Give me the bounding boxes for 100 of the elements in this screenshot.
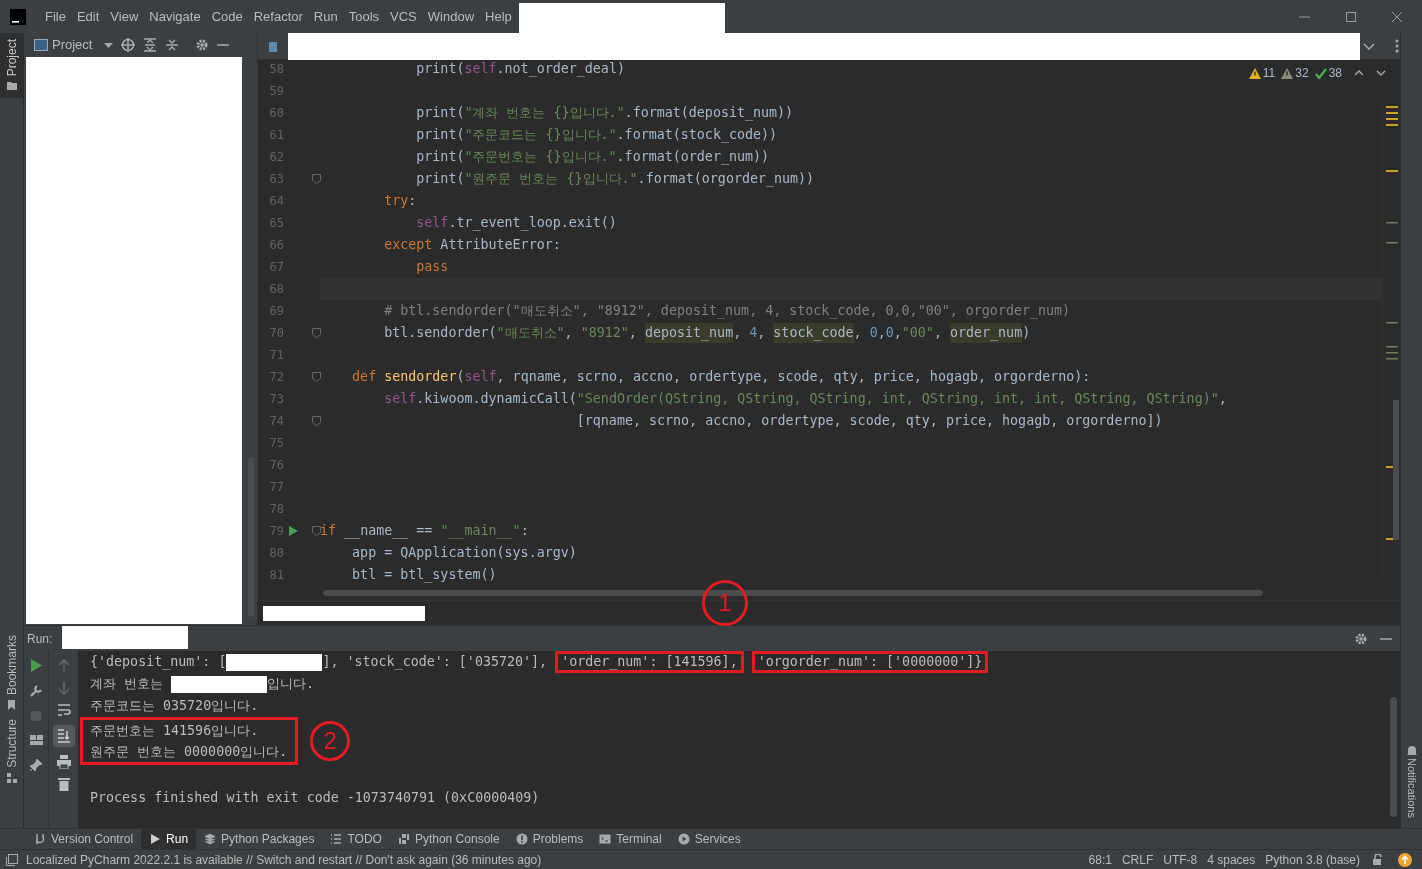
line-number: 73 — [268, 391, 284, 408]
scrollbar-thumb[interactable] — [323, 590, 1263, 596]
play-circle-icon — [677, 833, 690, 845]
tool-window-tab[interactable]: Run — [141, 829, 197, 849]
expand-all-icon[interactable] — [143, 38, 158, 52]
status-item[interactable]: CRLF — [1116, 850, 1159, 869]
status-item[interactable]: UTF-8 — [1158, 850, 1203, 869]
collapse-all-icon[interactable] — [165, 38, 180, 52]
line-number: 69 — [268, 303, 284, 320]
print-icon[interactable] — [56, 755, 71, 769]
inspection-counter[interactable]: 38 — [1314, 64, 1342, 82]
console-text: 입니다. — [267, 675, 315, 693]
line-number: 78 — [268, 501, 284, 518]
fold-marker-icon[interactable] — [312, 372, 321, 382]
line-number: 77 — [268, 479, 284, 496]
tool-window-tab[interactable]: Python Console — [389, 829, 508, 849]
console-text: 주문코드는 035720입니다. — [90, 697, 259, 715]
code-line: print("주문코드는 {}입니다.".format(stock_code)) — [415, 126, 778, 145]
tool-window-tab[interactable]: Python Packages — [196, 829, 323, 849]
status-item[interactable]: 68:1 — [1083, 850, 1117, 869]
maximize-icon[interactable] — [1346, 11, 1356, 22]
chevron-down-icon[interactable] — [1363, 42, 1375, 50]
fold-marker-icon[interactable] — [312, 416, 321, 426]
code-line: [rqname, scrno, accno, ordertype, scode, qty, price, hogagb, orgorderno]) — [575, 412, 1163, 430]
code-line: except AttributeError: — [383, 236, 561, 254]
fold-marker-icon[interactable] — [312, 328, 321, 338]
menu-item[interactable]: Edit — [71, 6, 105, 27]
settings-icon[interactable] — [195, 38, 210, 52]
tool-window-tab[interactable]: Project — [0, 33, 23, 99]
tool-window-tab[interactable]: Bookmarks — [0, 631, 23, 716]
menu-item[interactable]: Navigate — [144, 6, 206, 27]
code-line: print("계좌 번호는 {}입니다.".format(deposit_num)) — [415, 104, 794, 123]
code-line: btl.sendorder("매도취소", "8912", deposit_num, 4, stock_code, 0,0,"00", order_num) — [320, 322, 1031, 344]
list-icon — [330, 833, 343, 845]
structure-icon — [5, 772, 18, 784]
layout-icon[interactable] — [29, 734, 43, 746]
menu-item[interactable]: Code — [206, 6, 248, 27]
trash-icon[interactable] — [57, 777, 70, 791]
inspection-counter[interactable]: 11 — [1248, 64, 1276, 82]
menu-item[interactable]: View — [105, 6, 144, 27]
project-view-dropdown[interactable]: Project — [34, 35, 114, 55]
terminal-icon — [599, 833, 612, 845]
menu-item[interactable]: File — [40, 6, 71, 27]
close-icon[interactable] — [1392, 11, 1402, 22]
menu-item[interactable]: Help — [480, 6, 517, 27]
folder-icon — [5, 80, 18, 93]
wrench-icon[interactable] — [29, 684, 43, 698]
pin-icon[interactable] — [29, 758, 43, 772]
tool-window-tab[interactable]: TODO — [322, 829, 390, 849]
code-line: app = QApplication(sys.argv) — [351, 544, 577, 562]
line-number: 63 — [268, 171, 284, 188]
window-icon — [34, 39, 48, 51]
console-text: 주문번호는 141596입니다. — [90, 722, 260, 740]
run-arrow-icon[interactable] — [289, 526, 298, 536]
panel-title: Run: — [27, 630, 53, 648]
tool-window-tab[interactable]: Terminal — [591, 829, 670, 849]
inspection-counter[interactable]: 32 — [1281, 64, 1309, 82]
tool-window-tab[interactable]: Problems — [507, 829, 592, 849]
soft-wrap-icon[interactable] — [56, 703, 71, 717]
code-line: self.kiwoom.dynamicCall("SendOrder(QString, QString, QString, int, QString, int, int, QString, QString)", — [383, 390, 1227, 408]
panel-toggle-icon[interactable] — [6, 853, 18, 866]
fold-marker-icon[interactable] — [312, 174, 321, 184]
tool-window-tab[interactable]: Structure — [0, 715, 23, 788]
line-number: 72 — [268, 369, 284, 386]
menu-item[interactable]: Window — [422, 6, 480, 27]
run-icon[interactable] — [30, 659, 42, 672]
tool-window-tab[interactable]: Version Control — [26, 829, 142, 849]
lock-icon[interactable] — [1373, 854, 1384, 865]
line-number: 76 — [268, 457, 284, 474]
menu-item[interactable]: VCS — [385, 6, 422, 27]
crosshair-icon[interactable] — [121, 38, 136, 52]
status-item[interactable]: 4 spaces — [1202, 850, 1261, 869]
line-number: 75 — [268, 435, 284, 452]
run-icon — [149, 833, 162, 845]
line-number: 67 — [268, 259, 284, 276]
line-number: 64 — [268, 193, 284, 210]
bookmark-icon — [5, 699, 18, 712]
status-message[interactable]: Localized PyCharm 2022.2.1 is available // Switch and restart // Don't ask again (36 minutes ago) — [26, 850, 542, 869]
more-icon[interactable] — [1395, 39, 1399, 53]
scroll-to-end-button[interactable] — [52, 725, 75, 747]
code-line: print("주문번호는 {}입니다.".format(order_num)) — [415, 148, 770, 167]
line-number: 74 — [268, 413, 284, 430]
tool-window-tab[interactable]: Notifications — [1401, 745, 1422, 818]
chevron-up-icon[interactable] — [1354, 69, 1364, 77]
console-text: ], 'stock_code': ['035720'], — [322, 653, 549, 672]
scroll-to-end-icon — [56, 729, 71, 743]
menu-item[interactable]: Tools — [343, 6, 385, 27]
menu-item[interactable]: Refactor — [248, 6, 308, 27]
code-line: # btl.sendorder("매도취소", "8912", deposit_num, 4, stock_code, 0,0,"00", orgorder_num) — [383, 302, 1071, 321]
code-line: print("원주문 번호는 {}입니다.".format(orgorder_num)) — [415, 170, 815, 189]
status-item[interactable]: Python 3.8 (base) — [1260, 850, 1365, 869]
settings-icon[interactable] — [1354, 631, 1368, 646]
tool-window-tab[interactable]: Services — [669, 829, 749, 849]
menu-item[interactable]: Run — [308, 6, 343, 27]
line-number: 68 — [268, 281, 284, 298]
chevron-down-icon[interactable] — [1376, 69, 1386, 77]
scrollbar-thumb[interactable] — [1390, 697, 1397, 817]
update-icon[interactable] — [1398, 852, 1412, 867]
layers-icon — [204, 833, 217, 845]
fold-marker-icon[interactable] — [312, 526, 321, 536]
